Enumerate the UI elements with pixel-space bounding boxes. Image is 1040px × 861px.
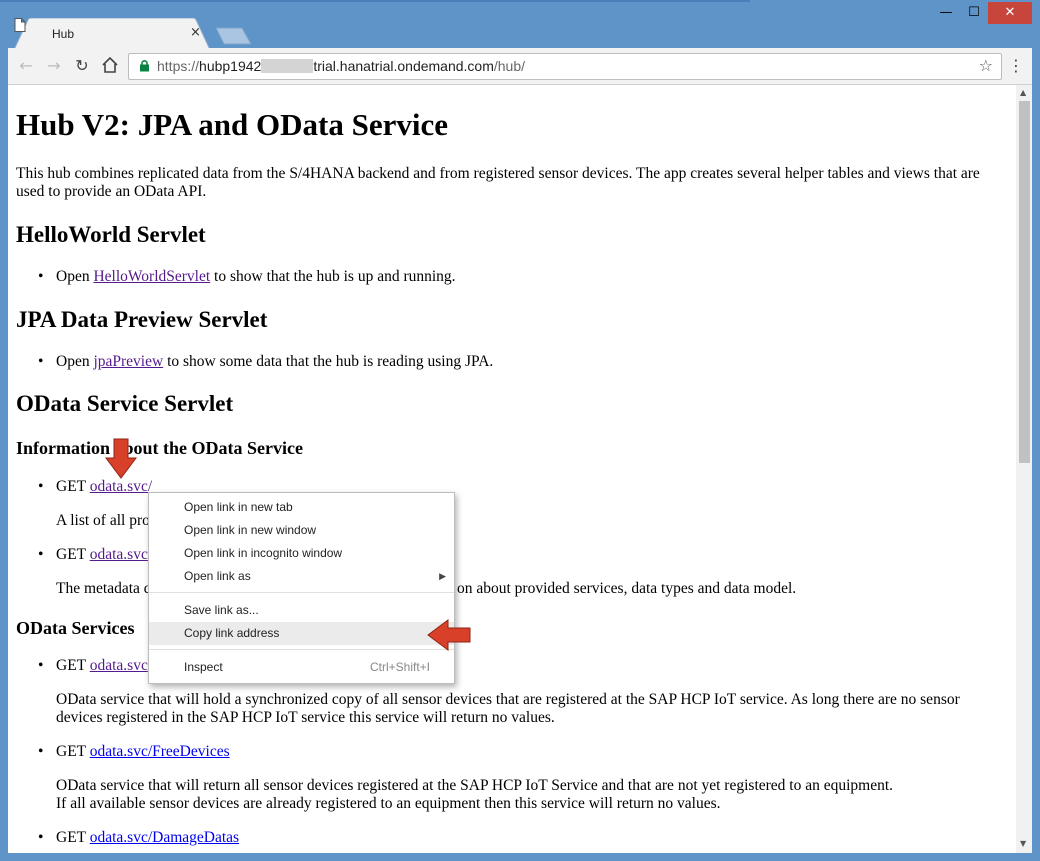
tab-close-icon[interactable]: × bbox=[190, 25, 201, 40]
browser-menu-icon[interactable]: ⋮ bbox=[1008, 56, 1024, 75]
page-title: Hub V2: JPA and OData Service bbox=[16, 107, 449, 142]
list-item: GET odata.svc/ bbox=[38, 478, 152, 496]
scroll-up-icon[interactable]: ▲ bbox=[1020, 88, 1026, 97]
url-text: https://hubp1942 trial.hanatrial.ondemand… bbox=[157, 58, 526, 74]
browser-window: — ☐ ✕ Hub × ← → ↻ https://hubp1942 trial.… bbox=[0, 0, 1040, 861]
menu-separator bbox=[149, 649, 454, 650]
odata-heading: OData Service Servlet bbox=[16, 391, 234, 416]
menu-separator bbox=[149, 592, 454, 593]
free-devices-link[interactable]: odata.svc/FreeDevices bbox=[90, 743, 230, 760]
reload-icon[interactable]: ↻ bbox=[72, 56, 92, 76]
tab-shape bbox=[14, 18, 210, 50]
get4-description: OData service that will return all senso… bbox=[56, 777, 894, 812]
close-window-button[interactable]: ✕ bbox=[988, 2, 1032, 24]
menu-open-link-as[interactable]: Open link as ▶ bbox=[149, 565, 454, 588]
scroll-thumb[interactable] bbox=[1019, 101, 1030, 463]
submenu-arrow-icon: ▶ bbox=[439, 571, 446, 581]
scroll-down-icon[interactable]: ▼ bbox=[1020, 839, 1026, 848]
new-tab-button[interactable] bbox=[214, 26, 254, 46]
damage-datas-link[interactable]: odata.svc/DamageDatas bbox=[90, 829, 239, 846]
minimize-button[interactable]: — bbox=[934, 2, 958, 24]
hello-heading: HelloWorld Servlet bbox=[16, 222, 206, 247]
document-icon bbox=[14, 18, 26, 32]
maximize-button[interactable]: ☐ bbox=[962, 2, 986, 24]
list-item: GET odata.svc/FreeDevices bbox=[38, 743, 230, 761]
jpa-heading: JPA Data Preview Servlet bbox=[16, 307, 268, 332]
lock-icon bbox=[140, 60, 149, 72]
tab-hub[interactable]: Hub × bbox=[14, 18, 210, 50]
menu-open-new-window[interactable]: Open link in new window bbox=[149, 519, 454, 542]
menu-open-new-tab[interactable]: Open link in new tab bbox=[149, 496, 454, 519]
inspect-shortcut: Ctrl+Shift+I bbox=[369, 660, 430, 674]
info-heading: Information about the OData Service bbox=[16, 438, 303, 458]
back-arrow-icon[interactable]: ← bbox=[16, 56, 36, 76]
annotation-arrow-down-icon bbox=[105, 438, 137, 479]
home-icon[interactable] bbox=[100, 56, 120, 76]
address-bar[interactable]: https://hubp1942 trial.hanatrial.ondemand… bbox=[128, 53, 1002, 80]
list-item: Open jpaPreview to show some data that t… bbox=[38, 353, 493, 371]
toolbar: ← → ↻ https://hubp1942 trial.hanatrial.on… bbox=[8, 48, 1032, 85]
menu-open-incognito[interactable]: Open link in incognito window bbox=[149, 542, 454, 565]
menu-inspect[interactable]: Inspect Ctrl+Shift+I bbox=[149, 656, 454, 679]
vertical-scrollbar[interactable]: ▲ ▼ bbox=[1016, 85, 1032, 853]
tab-title: Hub bbox=[52, 27, 75, 41]
hello-world-link[interactable]: HelloWorldServlet bbox=[93, 268, 210, 285]
jpa-preview-link[interactable]: jpaPreview bbox=[93, 353, 163, 370]
list-item: GET odata.svc/DamageDatas bbox=[38, 829, 239, 847]
odata-svc-link[interactable]: odata.svc/ bbox=[90, 478, 152, 495]
menu-save-link-as[interactable]: Save link as... bbox=[149, 599, 454, 622]
intro-text: This hub combines replicated data from t… bbox=[16, 165, 980, 200]
context-menu: Open link in new tab Open link in new wi… bbox=[148, 492, 455, 684]
odata-metadata-link[interactable]: odata.svc bbox=[90, 546, 148, 563]
menu-copy-link-address[interactable]: Copy link address bbox=[149, 622, 454, 645]
services-heading: OData Services bbox=[16, 618, 135, 638]
annotation-arrow-left-icon bbox=[427, 619, 471, 651]
list-item: GET odata.svc bbox=[38, 546, 148, 564]
bookmark-star-icon[interactable]: ☆ bbox=[979, 56, 993, 75]
list-item: GET odata.svc bbox=[38, 657, 148, 675]
get3-description: OData service that will hold a synchroni… bbox=[56, 691, 960, 726]
forward-arrow-icon[interactable]: → bbox=[44, 56, 64, 76]
window-edge bbox=[0, 0, 750, 2]
redacted-block bbox=[261, 59, 314, 73]
odata-devices-link[interactable]: odata.svc bbox=[90, 657, 148, 674]
page-viewport: Hub V2: JPA and OData Service This hub c… bbox=[8, 85, 1016, 853]
list-item: Open HelloWorldServlet to show that the … bbox=[38, 268, 456, 286]
